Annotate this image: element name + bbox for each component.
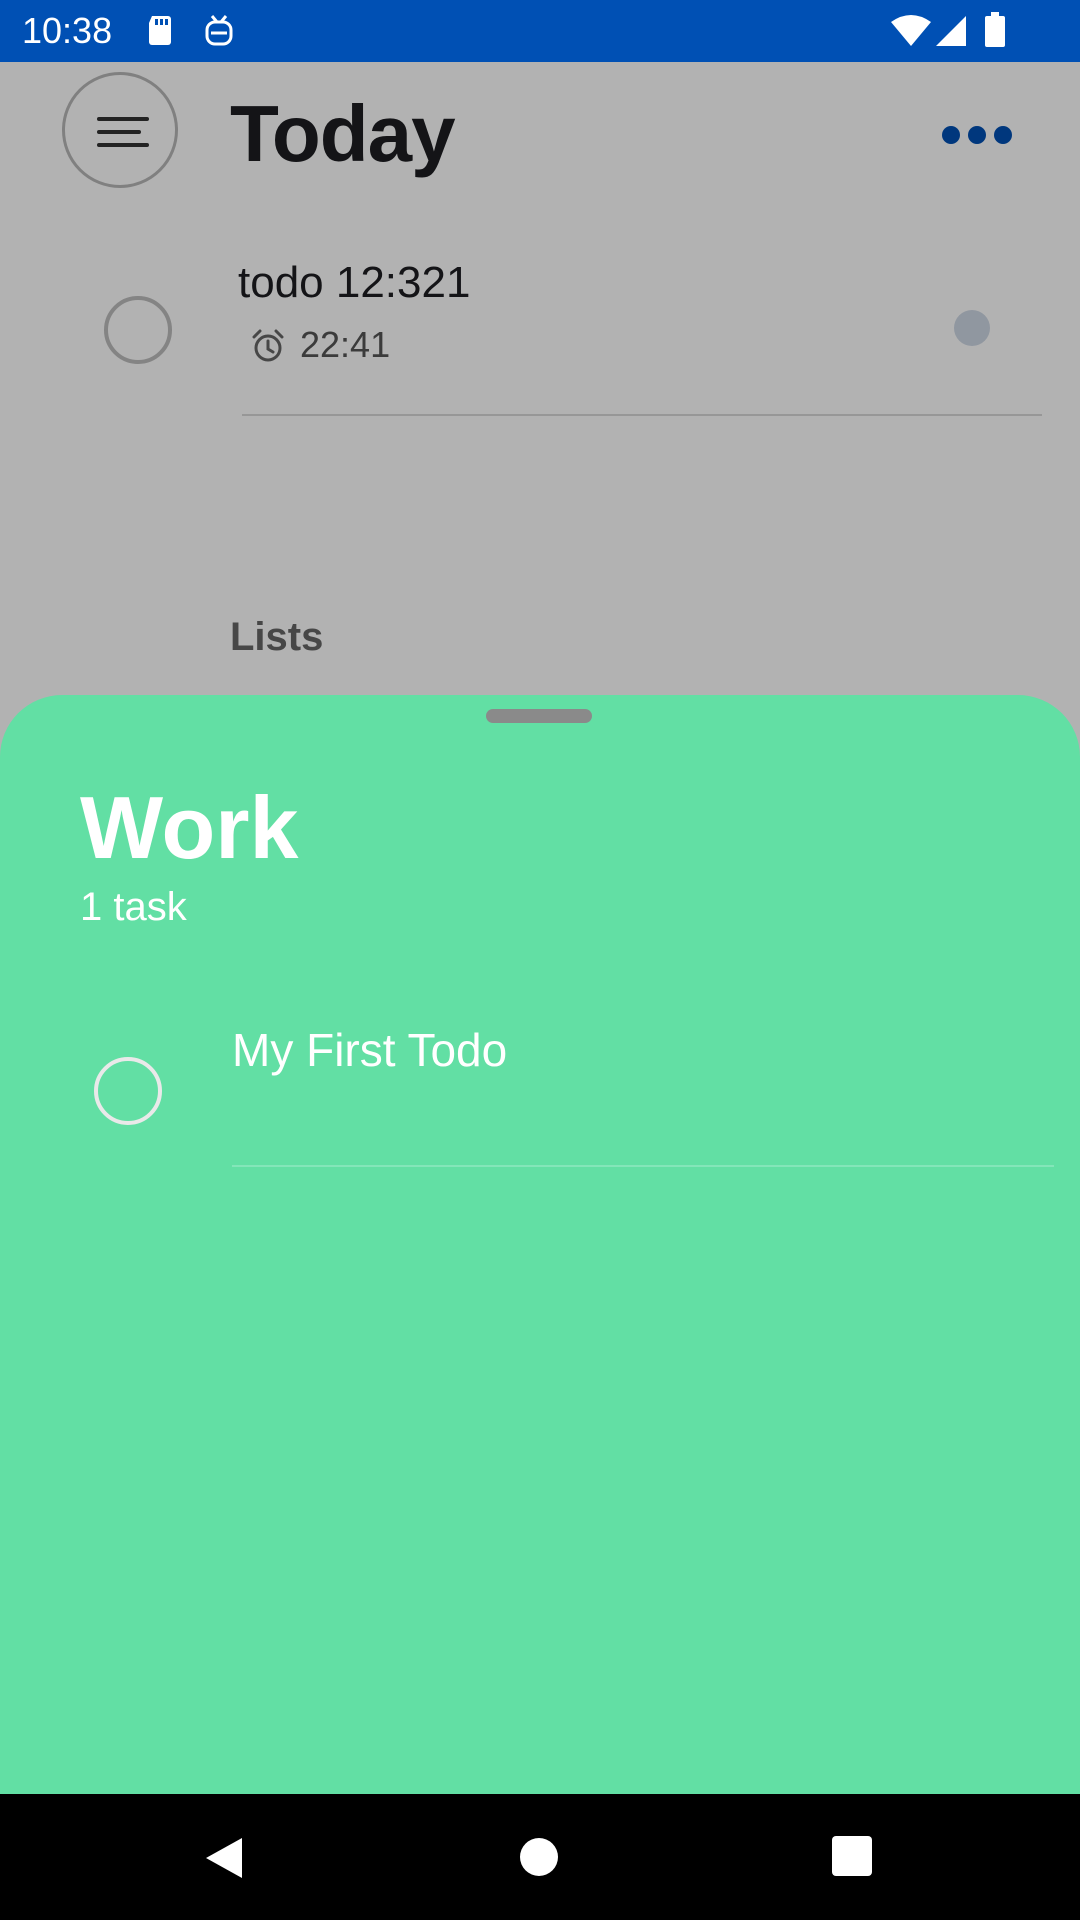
wifi-icon: [890, 14, 932, 53]
navigation-bar: [0, 1794, 1080, 1920]
list-bottom-sheet: Work 1 task My First Todo: [0, 695, 1080, 1794]
signal-icon: [934, 14, 968, 53]
back-icon[interactable]: [204, 1836, 244, 1885]
sheet-task-item[interactable]: My First Todo: [0, 1017, 1080, 1175]
sheet-drag-handle[interactable]: [486, 709, 592, 723]
sheet-list-title: Work: [80, 778, 299, 877]
battery-icon: [984, 12, 1006, 53]
home-icon[interactable]: [520, 1838, 558, 1876]
sheet-task-count: 1 task: [80, 885, 187, 929]
recents-icon[interactable]: [832, 1836, 872, 1876]
status-time: 10:38: [22, 10, 113, 51]
sheet-task-divider: [232, 1165, 1054, 1167]
sd-card-icon: [146, 14, 174, 51]
status-bar: 10:38: [0, 0, 1080, 62]
sheet-task-title: My First Todo: [232, 1024, 508, 1076]
sheet-task-checkbox[interactable]: [94, 1057, 162, 1125]
tv-icon: [204, 14, 234, 53]
